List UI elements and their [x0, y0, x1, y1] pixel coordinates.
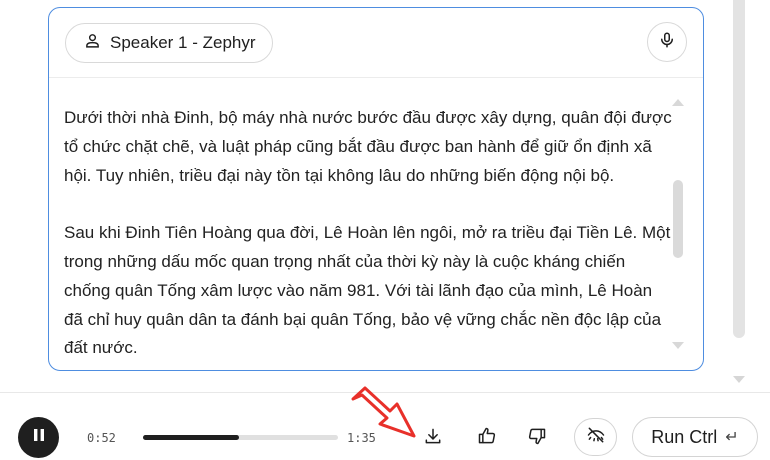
download-icon [423, 426, 443, 451]
mic-button[interactable] [647, 22, 687, 62]
hide-toggle-button[interactable] [574, 418, 617, 456]
page-scroll-down-arrow[interactable] [733, 376, 745, 383]
mic-icon [658, 31, 676, 54]
transcript-scrollbar[interactable] [671, 96, 685, 354]
thumbs-up-icon [477, 426, 497, 451]
current-time: 0:52 [87, 431, 116, 445]
transcript-paragraph: Sau khi Đinh Tiên Hoàng qua đời, Lê Hoàn… [64, 223, 671, 354]
transcript-text-area[interactable]: Dưới thời nhà Đinh, bộ máy nhà nước bước… [64, 104, 674, 354]
annotation-arrow-icon [351, 386, 416, 438]
transcript-paragraph: Dưới thời nhà Đinh, bộ máy nhà nước bước… [64, 108, 672, 185]
progress-bar-fill [143, 435, 239, 440]
speaker-card: Speaker 1 - Zephyr Dưới thời nhà Đinh, b… [48, 7, 704, 371]
download-button[interactable] [420, 425, 446, 451]
transcript-scroll-up-arrow[interactable] [672, 99, 684, 106]
thumbs-up-button[interactable] [474, 425, 500, 451]
speaker-card-header: Speaker 1 - Zephyr [49, 8, 703, 78]
pause-button[interactable] [18, 417, 59, 458]
speaker-label: Speaker 1 - Zephyr [110, 33, 256, 52]
run-button-label: Run Ctrl [651, 426, 718, 447]
thumbs-down-icon [527, 426, 547, 451]
speaker-selector[interactable]: Speaker 1 - Zephyr [65, 23, 273, 63]
person-icon [84, 32, 101, 54]
enter-key-icon: ↵ [725, 429, 739, 446]
transcript-scroll-down-arrow[interactable] [672, 342, 684, 349]
page-scrollbar-thumb[interactable] [733, 0, 745, 338]
page-scrollbar[interactable] [732, 0, 746, 395]
thumbs-down-button[interactable] [524, 425, 550, 451]
transcript-scrollbar-thumb[interactable] [673, 180, 683, 258]
pause-icon [31, 427, 47, 448]
eye-off-icon [586, 425, 606, 450]
progress-bar[interactable] [143, 435, 338, 440]
run-button[interactable]: Run Ctrl ↵ [632, 417, 758, 457]
